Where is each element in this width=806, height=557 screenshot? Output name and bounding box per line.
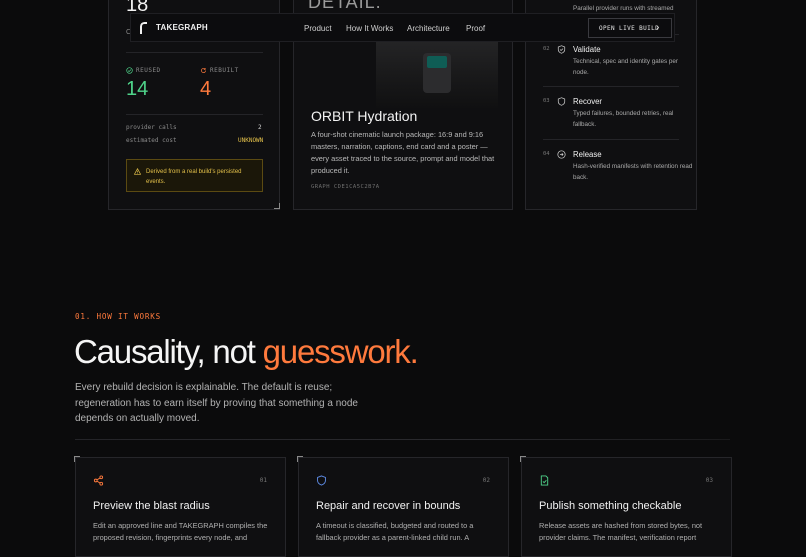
rebuilt-label-row: REBUILT: [200, 67, 239, 74]
card-corner-mark: [297, 456, 303, 462]
rebuilt-label: REBUILT: [210, 67, 239, 74]
nav-link-how-it-works[interactable]: How It Works: [346, 24, 393, 33]
panel-corner-mark: [274, 203, 280, 209]
provider-calls-label: provider calls: [126, 124, 177, 131]
feature-title: Repair and recover in bounds: [316, 500, 461, 512]
provenance-note-text: Derived from a real build's persisted ev…: [146, 169, 242, 185]
preview-title: ORBIT Hydration: [311, 108, 418, 124]
feature-desc: A timeout is classified, budgeted and ro…: [316, 521, 474, 542]
top-nav: TAKEGRAPH Product How It Works Architect…: [130, 13, 675, 42]
document-check-icon: [540, 475, 549, 486]
step-title-validate: Validate: [573, 45, 601, 54]
card-corner-mark: [74, 456, 80, 462]
step-title-recover: Recover: [573, 97, 603, 106]
provenance-note: Derived from a real build's persisted ev…: [126, 159, 263, 192]
feature-title: Preview the blast radius: [93, 500, 210, 512]
step-number: 02: [543, 46, 550, 52]
refresh-icon: [201, 67, 206, 73]
shield-icon: [557, 97, 566, 106]
arrow-circle-icon: [557, 150, 566, 159]
preview-heading: DETAIL.: [308, 0, 382, 12]
feature-number: 01: [259, 477, 267, 484]
step-number: 04: [543, 151, 550, 157]
step-desc-release: Hash-verified manifests with retention r…: [573, 163, 693, 181]
brand-name[interactable]: TAKEGRAPH: [156, 23, 208, 32]
shield-icon: [317, 475, 326, 486]
section-label: 01. HOW IT WORKS: [75, 312, 161, 321]
product-bottle-cap: [427, 56, 447, 68]
feature-number: 03: [705, 477, 713, 484]
feature-card-publish[interactable]: 03 Publish something checkable Release a…: [521, 457, 732, 557]
provider-calls-value: 2: [258, 124, 262, 131]
preview-description: A four-shot cinematic launch package: 16…: [311, 130, 495, 175]
step-number: 03: [543, 98, 550, 104]
check-circle-icon: [126, 67, 133, 74]
divider: [543, 86, 679, 87]
open-live-build-button[interactable]: OPEN LIVE BUILD ›: [588, 18, 672, 38]
nav-link-proof[interactable]: Proof: [466, 24, 485, 33]
logo-icon[interactable]: [139, 22, 149, 34]
feature-desc: Edit an approved line and TAKEGRAPH comp…: [93, 521, 268, 542]
divider: [126, 114, 263, 115]
feature-number: 02: [482, 477, 490, 484]
step-title-release: Release: [573, 150, 602, 159]
rebuilt-value: 4: [200, 78, 212, 100]
headline-main: Causality, not: [74, 333, 263, 370]
card-corner-mark: [520, 456, 526, 462]
feature-title: Publish something checkable: [539, 500, 682, 512]
open-live-build-label: OPEN LIVE BUILD: [599, 25, 660, 32]
section-lead: Every rebuild decision is explainable. T…: [75, 382, 358, 424]
feature-desc: Release assets are hashed from stored by…: [539, 521, 703, 542]
nav-link-architecture[interactable]: Architecture: [407, 24, 450, 33]
divider: [126, 52, 263, 53]
feature-card-repair[interactable]: 02 Repair and recover in bounds A timeou…: [298, 457, 509, 557]
nav-link-product[interactable]: Product: [304, 24, 332, 33]
headline-accent: guesswork.: [262, 333, 419, 370]
estimated-cost-value: UNKNOWN: [238, 137, 264, 144]
feature-card-preview[interactable]: 01 Preview the blast radius Edit an appr…: [75, 457, 286, 557]
section-headline: Causality, not guesswork.: [74, 333, 419, 371]
step-desc-recover: Typed failures, bounded retries, real fa…: [573, 110, 674, 128]
estimated-cost-label: estimated cost: [126, 137, 177, 144]
reused-label: REUSED: [136, 67, 161, 74]
divider: [543, 139, 679, 140]
shield-check-icon: [557, 45, 566, 54]
graph-id: GRAPH CDE1CA5C2B7A: [311, 184, 380, 190]
share-nodes-icon: [93, 475, 104, 486]
chevron-right-icon: ›: [655, 23, 661, 33]
step-desc-validate: Technical, spec and identity gates per n…: [573, 58, 679, 76]
warning-icon: [134, 168, 141, 175]
divider: [75, 439, 730, 440]
reused-label-row: REUSED: [126, 67, 161, 74]
reused-value: 14: [126, 78, 149, 100]
